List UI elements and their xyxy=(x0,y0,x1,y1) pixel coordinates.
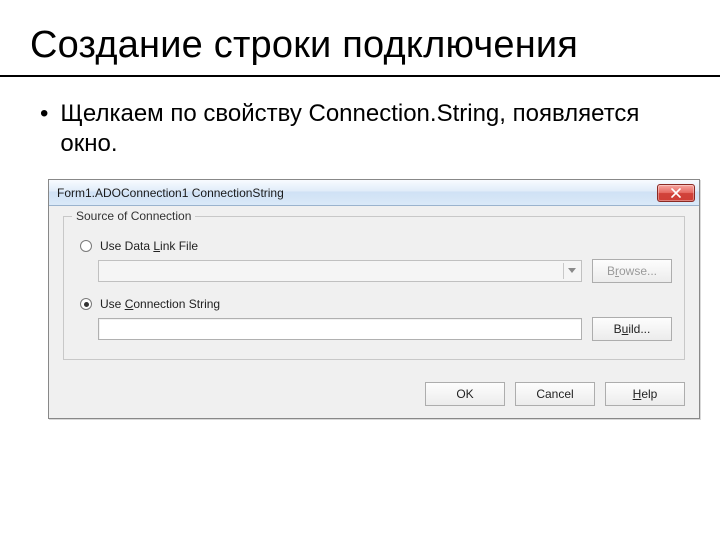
radio-icon xyxy=(80,240,92,252)
build-button[interactable]: Build... xyxy=(592,317,672,341)
close-icon xyxy=(671,188,681,198)
radio-label-datalink: Use Data Link File xyxy=(100,239,198,253)
dialog-title: Form1.ADOConnection1 ConnectionString xyxy=(57,186,284,200)
connection-string-input[interactable] xyxy=(98,318,582,340)
source-of-connection-group: Source of Connection Use Data Link File xyxy=(63,216,685,360)
group-legend: Source of Connection xyxy=(72,209,195,223)
bullet-text: Щелкаем по свойству Connection.String, п… xyxy=(60,99,690,159)
radio-use-data-link-file[interactable]: Use Data Link File xyxy=(80,239,672,253)
chevron-down-icon[interactable] xyxy=(563,263,579,279)
slide-bullet: • Щелкаем по свойству Connection.String,… xyxy=(40,99,690,159)
close-button[interactable] xyxy=(657,184,695,202)
bullet-dot: • xyxy=(40,99,48,159)
dialog-body: Source of Connection Use Data Link File xyxy=(49,206,699,372)
cancel-button[interactable]: Cancel xyxy=(515,382,595,406)
data-link-file-combo[interactable] xyxy=(98,260,582,282)
radio-icon xyxy=(80,298,92,310)
dialog-titlebar[interactable]: Form1.ADOConnection1 ConnectionString xyxy=(49,180,699,206)
connectionstring-dialog: Form1.ADOConnection1 ConnectionString So… xyxy=(48,179,700,419)
browse-button[interactable]: Browse... xyxy=(592,259,672,283)
help-button[interactable]: Help xyxy=(605,382,685,406)
title-underline xyxy=(0,75,720,77)
radio-label-connstr: Use Connection String xyxy=(100,297,220,311)
ok-button[interactable]: OK xyxy=(425,382,505,406)
slide-title: Создание строки подключения xyxy=(30,24,690,67)
radio-use-connection-string[interactable]: Use Connection String xyxy=(80,297,672,311)
dialog-button-row: OK Cancel Help xyxy=(49,372,699,418)
